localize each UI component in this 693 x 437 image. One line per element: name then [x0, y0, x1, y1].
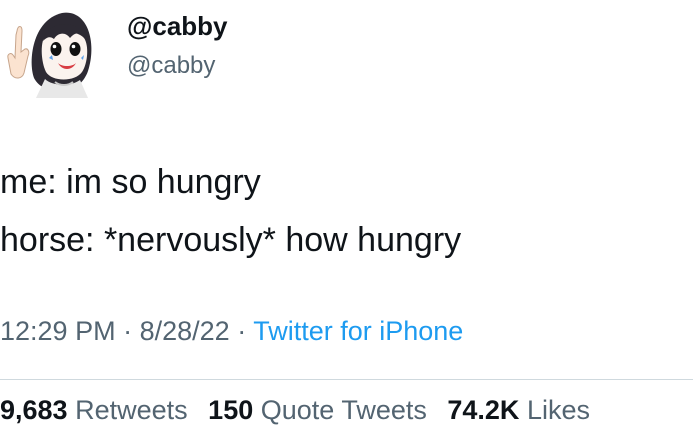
tweet-meta: 12:29 PM · 8/28/22 · Twitter for iPhone [0, 314, 463, 348]
tweet-text: me: im so hungry horse: *nervously* how … [0, 153, 690, 269]
tweet-source-link[interactable]: Twitter for iPhone [253, 316, 463, 346]
tweet-card: @cabby @cabby me: im so hungry horse: *n… [0, 0, 693, 437]
avatar[interactable] [0, 0, 100, 100]
likes-label: Likes [526, 395, 590, 425]
tweet-time[interactable]: 12:29 PM [0, 316, 116, 346]
tweet-date[interactable]: 8/28/22 [140, 316, 230, 346]
display-name[interactable]: @cabby [127, 10, 228, 42]
likes-count: 74.2K [447, 395, 520, 425]
cartoon-girl-avatar-icon [0, 0, 100, 100]
retweets-label: Retweets [75, 395, 188, 425]
tweet-text-line: horse: *nervously* how hungry [0, 221, 462, 259]
divider [0, 379, 693, 380]
retweets-stat[interactable]: 9,683 Retweets [0, 395, 195, 425]
engagement-stats: 9,683 Retweets 150 Quote Tweets 74.2K Li… [0, 393, 590, 427]
meta-separator: · [237, 316, 247, 346]
quote-tweets-count: 150 [208, 395, 254, 425]
meta-separator: · [123, 316, 133, 346]
quote-tweets-label: Quote Tweets [260, 395, 427, 425]
tweet-text-line: me: im so hungry [0, 163, 261, 201]
likes-stat[interactable]: 74.2K Likes [447, 395, 590, 425]
user-handle[interactable]: @cabby [127, 51, 215, 81]
retweets-count: 9,683 [0, 395, 68, 425]
quote-tweets-stat[interactable]: 150 Quote Tweets [208, 395, 434, 425]
